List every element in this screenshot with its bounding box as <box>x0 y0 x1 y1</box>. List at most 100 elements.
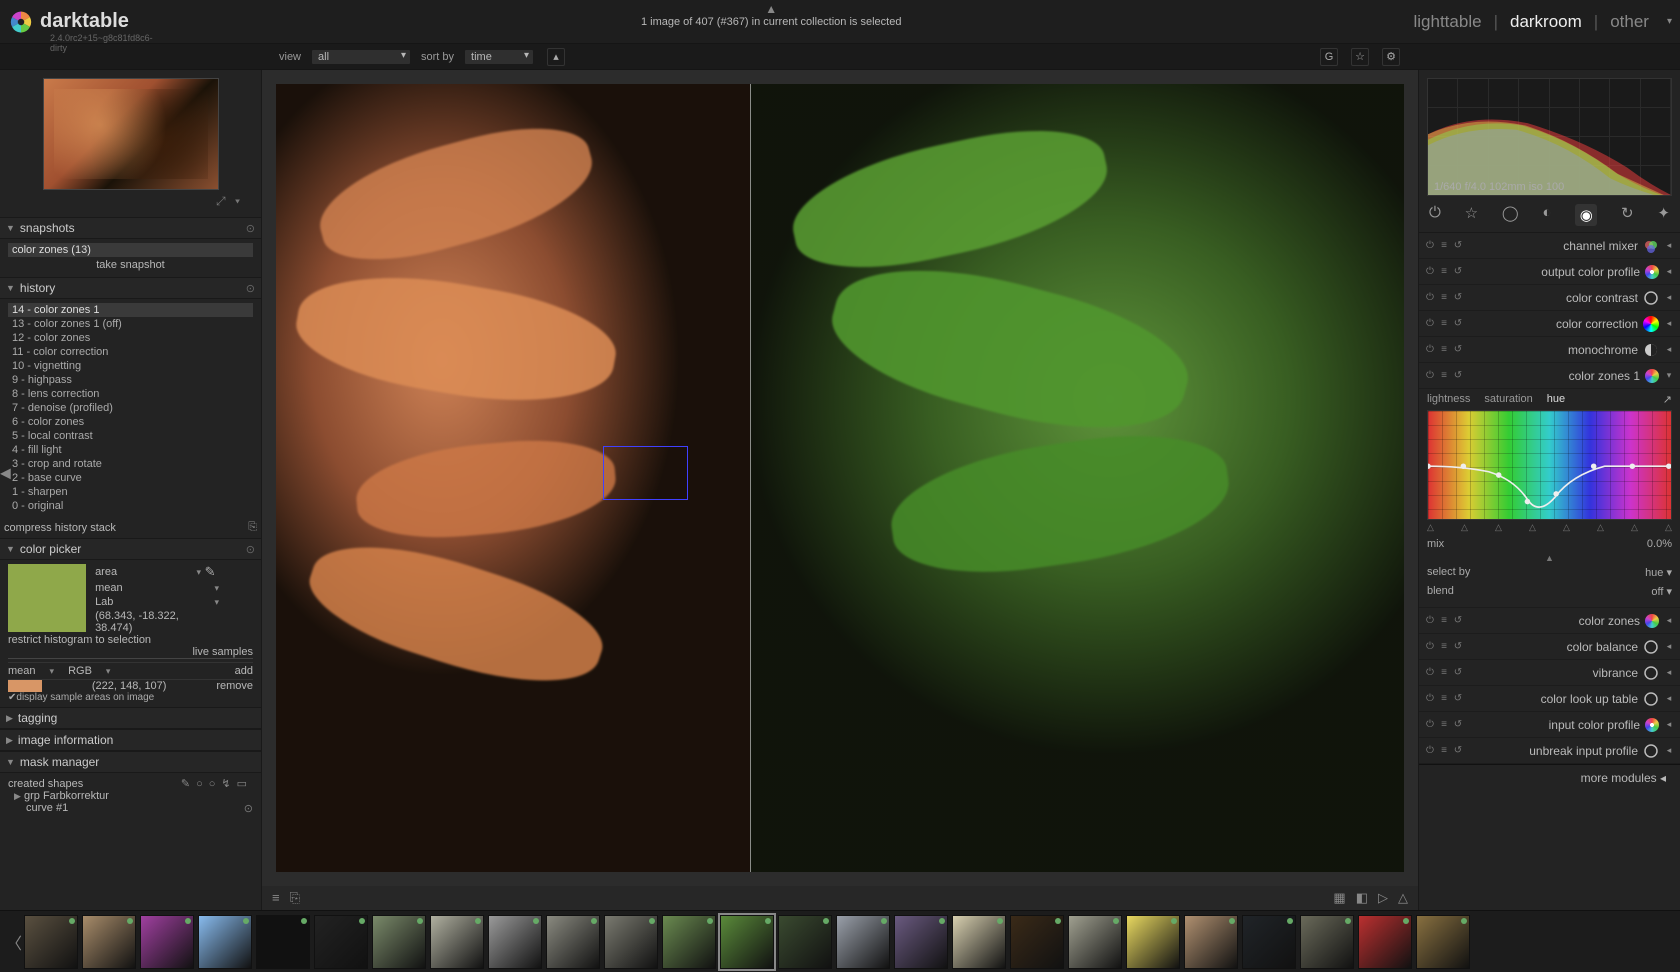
filmstrip-left-arrow-icon[interactable]: 〈 <box>6 930 20 954</box>
filmstrip-thumbnail[interactable] <box>546 915 600 969</box>
filmstrip-thumbnail[interactable] <box>1358 915 1412 969</box>
cz-tab-lightness[interactable]: lightness <box>1427 393 1470 406</box>
module-expand-icon[interactable]: ◂ <box>1664 292 1674 303</box>
module-reset-icon[interactable]: ↺ <box>1453 745 1463 756</box>
module-expand-icon[interactable]: ◂ <box>1664 344 1674 355</box>
preview-thumbnail[interactable] <box>43 78 219 190</box>
image-info-header[interactable]: ▶image information <box>0 729 261 751</box>
softproof-icon[interactable]: ▷ <box>1378 890 1388 906</box>
module-reset-icon[interactable]: ↺ <box>1453 370 1463 381</box>
module-multi-icon[interactable]: ≡ <box>1439 318 1449 329</box>
restrict-histogram-label[interactable]: restrict histogram to selection <box>8 634 253 646</box>
module-reset-icon[interactable]: ↺ <box>1453 667 1463 678</box>
filmstrip-thumbnail[interactable] <box>1068 915 1122 969</box>
view-darkroom[interactable]: darkroom <box>1510 12 1582 32</box>
fullscreen-icon[interactable]: ⤢ <box>216 194 229 208</box>
history-item[interactable]: 6 - color zones <box>8 415 253 429</box>
module-power-icon[interactable]: ⏻ <box>1425 318 1435 329</box>
mask-group-item[interactable]: grp Farbkorrektur <box>24 790 109 802</box>
filmstrip-thumbnail[interactable] <box>1416 915 1470 969</box>
module-multi-icon[interactable]: ≡ <box>1439 266 1449 277</box>
color-picker-header[interactable]: ▼color picker⊙ <box>0 538 261 560</box>
modulegroup-active-icon[interactable]: ⏻ <box>1429 204 1441 226</box>
modulegroup-correct-icon[interactable]: ↻ <box>1621 204 1634 226</box>
mask-pen-icon[interactable]: ✎ <box>181 778 196 790</box>
module-power-icon[interactable]: ⏻ <box>1425 370 1435 381</box>
module-multi-icon[interactable]: ≡ <box>1439 667 1449 678</box>
module-input-color-profile[interactable]: ⏻≡↺input color profile◂ <box>1419 712 1680 738</box>
module-power-icon[interactable]: ⏻ <box>1425 693 1435 704</box>
cz-mix-value[interactable]: 0.0% <box>1647 538 1672 550</box>
remove-sample-button[interactable]: remove <box>216 680 253 692</box>
add-stat-select[interactable]: mean <box>8 665 36 677</box>
styles-icon[interactable]: ⎘ <box>290 890 300 906</box>
module-power-icon[interactable]: ⏻ <box>1425 240 1435 251</box>
zoom-dropdown-icon[interactable]: ▾ <box>235 194 243 208</box>
module-power-icon[interactable]: ⏻ <box>1425 745 1435 756</box>
history-styles-icon[interactable]: ⎘ <box>248 521 257 534</box>
mask-circle-icon[interactable]: ○ <box>196 778 209 790</box>
mask-manager-header[interactable]: ▼mask manager <box>0 751 261 773</box>
filmstrip[interactable]: 〈 <box>0 910 1680 972</box>
history-item[interactable]: 4 - fill light <box>8 443 253 457</box>
cz-blend-value[interactable]: off <box>1651 586 1663 598</box>
module-color-balance[interactable]: ⏻≡↺color balance◂ <box>1419 634 1680 660</box>
module-reset-icon[interactable]: ↺ <box>1453 292 1463 303</box>
module-vibrance[interactable]: ⏻≡↺vibrance◂ <box>1419 660 1680 686</box>
module-color-zones[interactable]: ⏻≡↺color zones◂ <box>1419 608 1680 634</box>
modulegroup-tone-icon[interactable]: ◐ <box>1542 204 1551 226</box>
module-multi-icon[interactable]: ≡ <box>1439 719 1449 730</box>
filmstrip-thumbnail[interactable] <box>430 915 484 969</box>
module-reset-icon[interactable]: ↺ <box>1453 240 1463 251</box>
star-icon[interactable]: ☆ <box>1351 48 1369 66</box>
module-expand-icon[interactable]: ◂ <box>1664 318 1674 329</box>
filmstrip-thumbnail[interactable] <box>894 915 948 969</box>
picker-mode-select[interactable]: area <box>95 566 196 578</box>
history-item[interactable]: 12 - color zones <box>8 331 253 345</box>
collapse-top-chevron-icon[interactable]: ▲ <box>765 2 777 16</box>
panel-options-icon[interactable]: ⊙ <box>246 543 255 556</box>
module-multi-icon[interactable]: ≡ <box>1439 344 1449 355</box>
module-expand-icon[interactable]: ◂ <box>1664 266 1674 277</box>
history-item[interactable]: 13 - color zones 1 (off) <box>8 317 253 331</box>
module-reset-icon[interactable]: ↺ <box>1453 615 1463 626</box>
views-dropdown-icon[interactable]: ▾ <box>1667 16 1672 27</box>
module-reset-icon[interactable]: ↺ <box>1453 266 1463 277</box>
cz-select-value[interactable]: hue <box>1645 567 1663 579</box>
module-reset-icon[interactable]: ↺ <box>1453 318 1463 329</box>
eyedropper-icon[interactable]: ✎ <box>201 564 219 580</box>
filmstrip-thumbnail[interactable] <box>662 915 716 969</box>
filmstrip-thumbnail[interactable] <box>314 915 368 969</box>
module-power-icon[interactable]: ⏻ <box>1425 344 1435 355</box>
snapshot-item[interactable]: color zones (13) <box>8 243 253 257</box>
add-model-select[interactable]: RGB <box>68 665 92 677</box>
module-expand-icon[interactable]: ◂ <box>1664 667 1674 678</box>
module-power-icon[interactable]: ⏻ <box>1425 292 1435 303</box>
group-icon[interactable]: G <box>1320 48 1338 66</box>
history-item[interactable]: 5 - local contrast <box>8 429 253 443</box>
filmstrip-thumbnail[interactable] <box>256 915 310 969</box>
module-power-icon[interactable]: ⏻ <box>1425 667 1435 678</box>
module-expand-icon[interactable]: ◂ <box>1664 615 1674 626</box>
history-item[interactable]: 3 - crop and rotate <box>8 457 253 471</box>
module-reset-icon[interactable]: ↺ <box>1453 719 1463 730</box>
gamut-icon[interactable]: △ <box>1398 890 1408 906</box>
filmstrip-thumbnail[interactable] <box>82 915 136 969</box>
module-multi-icon[interactable]: ≡ <box>1439 615 1449 626</box>
sort-select[interactable]: time <box>464 49 534 65</box>
filmstrip-thumbnail[interactable] <box>1184 915 1238 969</box>
modulegroup-effect-icon[interactable]: ✦ <box>1657 204 1670 226</box>
collapse-left-chevron[interactable]: ◀ <box>0 464 11 481</box>
module-output-color-profile[interactable]: ⏻≡↺output color profile◂ <box>1419 259 1680 285</box>
filmstrip-thumbnail[interactable] <box>604 915 658 969</box>
overexposure-icon[interactable]: ▦ <box>1333 890 1345 906</box>
history-item[interactable]: 7 - denoise (profiled) <box>8 401 253 415</box>
history-item[interactable]: 11 - color correction <box>8 345 253 359</box>
mask-brush-icon[interactable]: ▭ <box>237 778 253 790</box>
mask-curve-item[interactable]: curve #1 <box>26 802 68 815</box>
view-other[interactable]: other <box>1610 12 1649 32</box>
filmstrip-thumbnail[interactable] <box>1126 915 1180 969</box>
module-monochrome[interactable]: ⏻≡↺monochrome◂ <box>1419 337 1680 363</box>
modulegroup-favorites-icon[interactable]: ☆ <box>1465 204 1478 226</box>
history-item[interactable]: 14 - color zones 1 <box>8 303 253 317</box>
